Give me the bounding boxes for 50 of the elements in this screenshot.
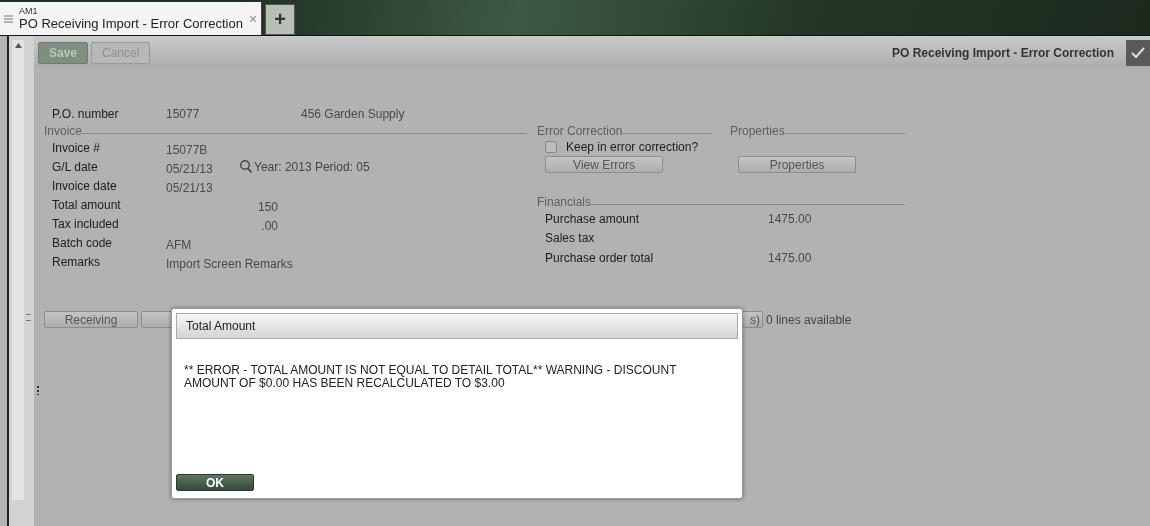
search-icon[interactable]: [239, 159, 253, 174]
field-label: Invoice #: [52, 140, 102, 155]
field-label: Purchase order total: [545, 250, 655, 265]
group-title: Financials: [537, 194, 592, 209]
field-label: Batch code: [52, 235, 114, 250]
ok-button[interactable]: OK: [176, 474, 254, 491]
splitter-handle[interactable]: [37, 386, 39, 395]
field-label: P.O. number: [52, 106, 120, 121]
tab-label: PO Receiving Import - Error Correction: [19, 17, 243, 30]
field-value: 15077: [166, 106, 201, 121]
field-value: 15077B: [166, 142, 209, 157]
field-label: Sales tax: [545, 231, 596, 246]
field-value: 1475.00: [768, 211, 812, 226]
field-value: Import Screen Remarks: [166, 256, 293, 271]
group-title: Properties: [730, 123, 785, 138]
scrollbar[interactable]: [12, 40, 24, 500]
field-value: 1475.00: [768, 250, 812, 265]
field-label: Purchase amount: [545, 211, 641, 226]
screen-title: PO Receiving Import - Error Correction: [891, 45, 1114, 60]
field-value: .00: [260, 218, 278, 233]
group-title: Invoice: [44, 123, 83, 138]
scroll-up-icon[interactable]: [14, 43, 22, 48]
field-value: AFM: [166, 237, 193, 252]
field-value: 05/21/13: [166, 180, 214, 195]
lines-count: 0 lines available: [766, 312, 852, 327]
group-title: Error Correction: [537, 123, 623, 138]
checkbox[interactable]: [545, 141, 557, 153]
checkmark-icon[interactable]: [1126, 39, 1150, 66]
properties-button[interactable]: Properties: [738, 156, 856, 173]
receiving-button[interactable]: Receiving: [44, 311, 138, 328]
field-label: Invoice date: [52, 178, 118, 193]
error-message: ** ERROR - TOTAL AMOUNT IS NOT EQUAL TO DETAIL TOTAL** WARNING - DISCOUNT AMOUNT OF $0.00 HAS BEEN RECALCULATED TO $3.00: [184, 364, 678, 390]
field-label: G/L date: [52, 159, 99, 174]
menu-icon: [4, 14, 13, 23]
new-tab-button[interactable]: +: [265, 4, 295, 35]
dialog-title: Total Amount: [176, 313, 738, 339]
vendor-name: 456 Garden Supply: [301, 106, 405, 121]
view-errors-button[interactable]: View Errors: [545, 156, 663, 173]
period-note: Year: 2013 Period: 05: [254, 159, 370, 174]
grip-icon[interactable]: [26, 314, 31, 321]
checkbox-label: Keep in error correction?: [566, 140, 699, 154]
field-label: Tax included: [52, 216, 120, 231]
field-value: 05/21/13: [166, 161, 214, 176]
field-label: Total amount: [52, 197, 122, 212]
action-button[interactable]: [141, 311, 173, 328]
field-value: 150: [256, 199, 278, 214]
tab-subtitle: AM1: [19, 7, 39, 16]
document-tab[interactable]: AM1 PO Receiving Import - Error Correction ×: [0, 2, 262, 35]
field-label: Remarks: [52, 254, 101, 269]
close-icon[interactable]: ×: [248, 10, 258, 27]
